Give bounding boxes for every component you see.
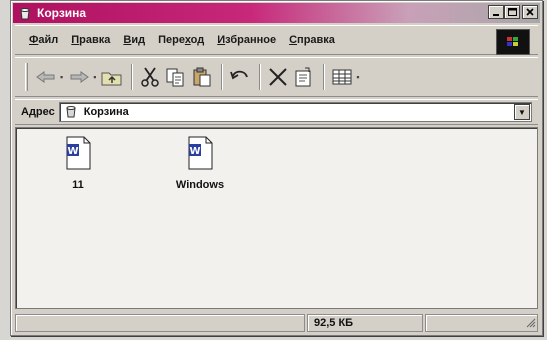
status-size: 92,5 КБ [307, 314, 423, 332]
toolbar-separator [131, 64, 134, 90]
chevron-down-icon[interactable]: ▼ [514, 104, 530, 120]
recycle-bin-icon [17, 5, 33, 21]
back-arrow-icon[interactable] [34, 63, 58, 91]
paste-icon[interactable] [190, 63, 214, 91]
word-document-icon: W [64, 136, 92, 173]
menu-help[interactable]: Справка [289, 34, 335, 46]
back-dropdown-icon[interactable]: ▪ [60, 72, 63, 82]
status-zone [425, 314, 538, 332]
minimize-button[interactable] [488, 5, 504, 19]
file-item[interactable]: W 11 [38, 136, 118, 191]
copy-icon[interactable] [164, 63, 188, 91]
views-icon[interactable] [330, 63, 354, 91]
file-name: 11 [72, 179, 84, 191]
menu-favorites[interactable]: Избранное [217, 34, 276, 46]
cut-icon[interactable] [138, 63, 162, 91]
address-value: Корзина [83, 106, 129, 118]
status-objects [15, 314, 305, 332]
resize-grip-icon[interactable] [526, 318, 536, 331]
forward-dropdown-icon[interactable]: ▪ [93, 72, 96, 82]
maximize-button[interactable] [504, 5, 520, 19]
menu-edit[interactable]: Правка [71, 34, 110, 46]
menu-file[interactable]: Файл [29, 34, 58, 46]
menu-view[interactable]: Вид [123, 34, 145, 46]
address-bar: Адрес Корзина ▼ [15, 99, 538, 125]
toolbar-separator [259, 64, 262, 90]
close-button[interactable] [522, 5, 538, 19]
forward-arrow-icon[interactable] [67, 63, 91, 91]
windows-logo-icon [496, 29, 530, 55]
toolbar-separator [221, 64, 224, 90]
recycle-bin-icon [64, 104, 78, 121]
undo-icon[interactable] [228, 63, 252, 91]
svg-text:W: W [67, 146, 78, 157]
toolbar-separator [323, 64, 326, 90]
recycle-bin-window: Корзина Файл Правка Вид Переход Избранно… [10, 0, 543, 336]
up-folder-icon[interactable] [100, 63, 124, 91]
file-list-pane[interactable]: W 11 W Windows [15, 127, 538, 309]
svg-text:W: W [189, 146, 200, 157]
menu-bar: Файл Правка Вид Переход Избранное Справк… [15, 25, 538, 55]
title-bar[interactable]: Корзина [13, 3, 540, 23]
word-document-icon: W [186, 136, 214, 173]
window-title: Корзина [37, 6, 87, 20]
toolbar-grip[interactable] [25, 63, 28, 91]
properties-icon[interactable] [292, 63, 316, 91]
file-name: Windows [175, 179, 225, 191]
menu-go[interactable]: Переход [158, 34, 204, 46]
address-field[interactable]: Корзина ▼ [58, 102, 532, 122]
file-item[interactable]: W Windows [160, 136, 240, 191]
address-label: Адрес [21, 106, 55, 118]
delete-icon[interactable] [266, 63, 290, 91]
views-dropdown-icon[interactable]: ▪ [356, 72, 359, 82]
status-bar: 92,5 КБ [15, 313, 538, 333]
toolbar: ▪ ▪ ▪ [15, 57, 538, 97]
